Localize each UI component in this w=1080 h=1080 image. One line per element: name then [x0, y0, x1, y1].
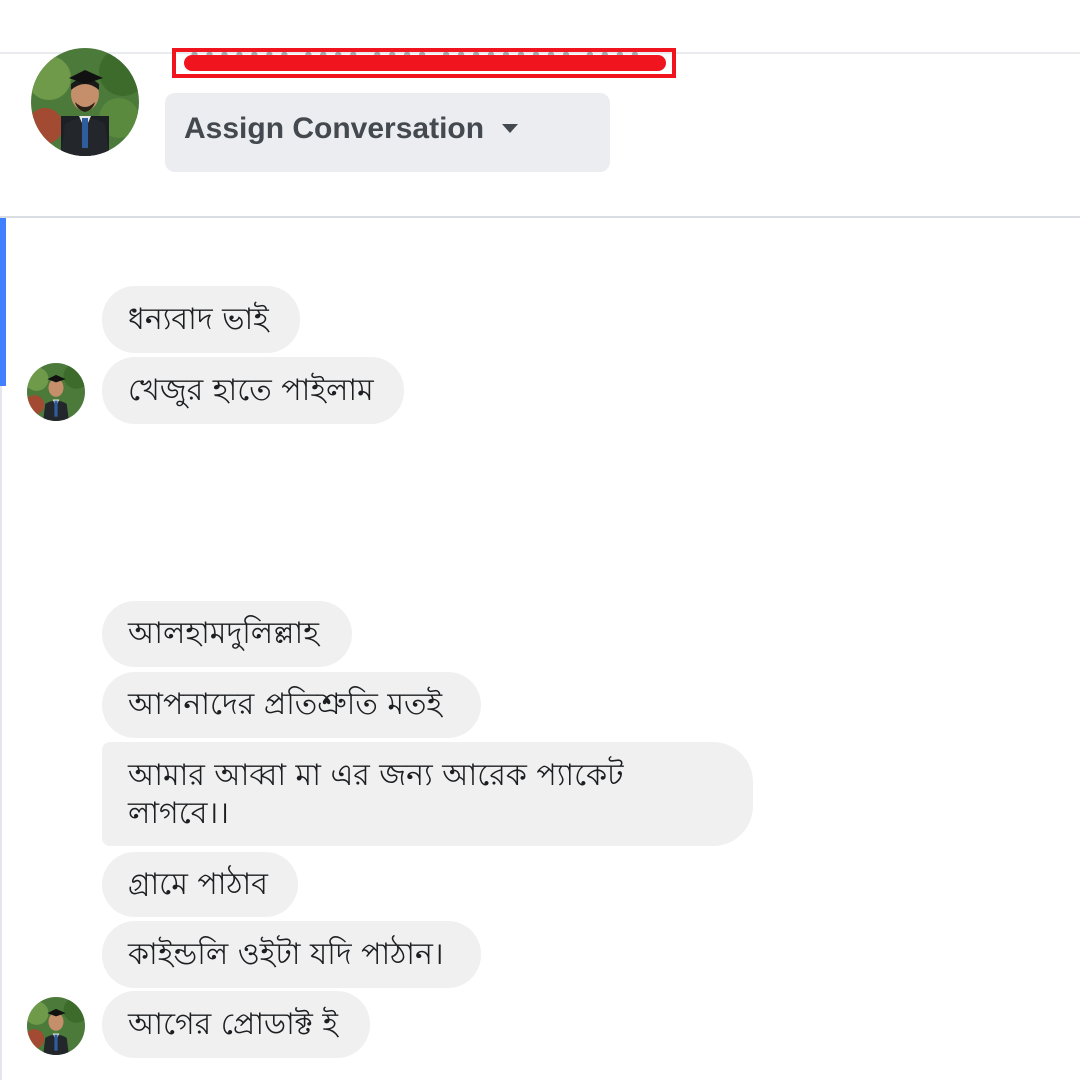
message-bubble[interactable]: আপনাদের প্রতিশ্রুতি মতই [102, 672, 481, 738]
message-text: ধন্যবাদ ভাই [128, 301, 269, 337]
message-bubble[interactable]: ধন্যবাদ ভাই [102, 286, 300, 353]
active-indicator [0, 218, 6, 386]
message-bubble[interactable]: আলহামদুলিল্লাহ [102, 601, 352, 667]
message-text: আপনাদের প্রতিশ্রুতি মতই [128, 687, 443, 722]
message-text-line-2: লাগবে।। [128, 796, 229, 831]
assign-conversation-button[interactable]: Assign Conversation [165, 93, 610, 172]
message-text: গ্রামে পাঠাব [128, 866, 268, 902]
redacted-contact-name: ••••••• •••• •••• ••••••••• •••• [172, 48, 676, 78]
assign-conversation-label: Assign Conversation [184, 111, 485, 145]
message-bubble[interactable]: আগের প্রোডাক্ট ই [102, 991, 370, 1058]
message-text: কাইন্ডলি ওইটা যদি পাঠান। [128, 936, 444, 972]
caret-down-icon [502, 124, 519, 133]
conversation-header: ••••••• •••• •••• ••••••••• •••• Assign … [0, 48, 1080, 218]
message-bubble[interactable]: খেজুর হাতে পাইলাম [102, 357, 404, 424]
message-text-line-1: আমার আব্বা মা এর জন্য আরেক প্যাকেট [128, 758, 624, 793]
message-bubble[interactable]: কাইন্ডলি ওইটা যদি পাঠান। [102, 921, 481, 988]
sender-avatar[interactable] [27, 363, 85, 421]
message-bubble[interactable]: আমার আব্বা মা এর জন্য আরেক প্যাকেট লাগবে… [102, 742, 753, 846]
left-border [0, 386, 2, 1080]
redaction-scribble [184, 55, 666, 71]
contact-avatar[interactable] [31, 48, 139, 156]
message-bubble[interactable]: গ্রামে পাঠাব [102, 852, 298, 917]
message-text: খেজুর হাতে পাইলাম [128, 372, 374, 408]
sender-avatar[interactable] [27, 997, 85, 1055]
message-text: আগের প্রোডাক্ট ই [128, 1006, 339, 1042]
top-bar [0, 0, 1080, 54]
message-text: আলহামদুলিল্লাহ [128, 616, 319, 651]
